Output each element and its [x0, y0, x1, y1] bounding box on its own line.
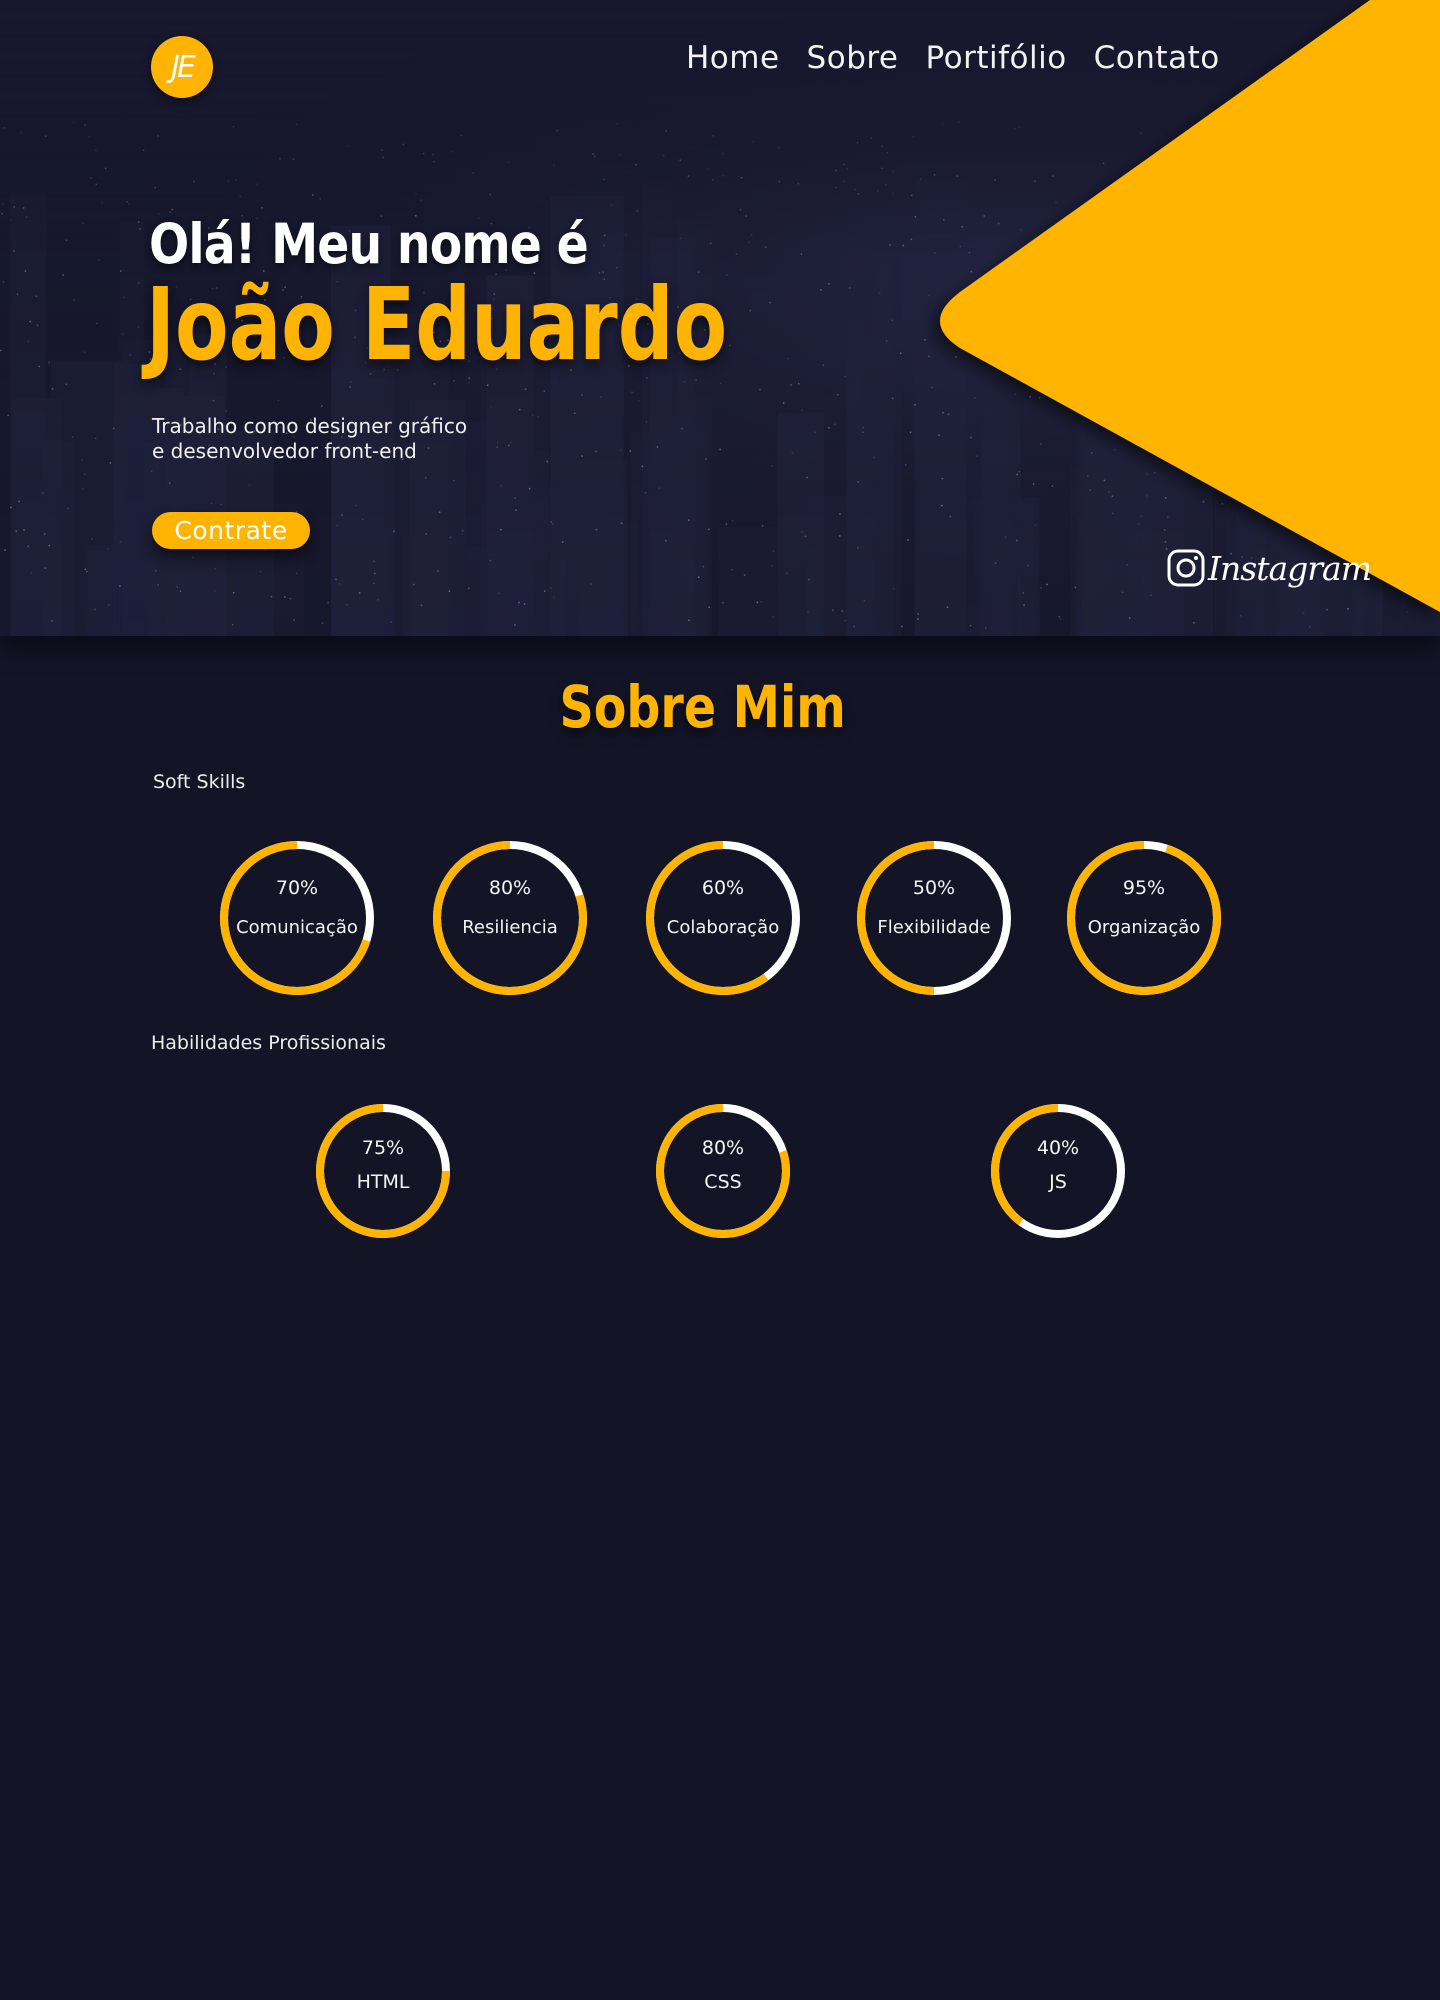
- soft-skill-3: 50% Flexibilidade: [853, 837, 1015, 999]
- about-title-text: Sobre Mim: [559, 673, 847, 741]
- pro-skill-2: 40% JS: [987, 1100, 1129, 1242]
- nav-portfolio[interactable]: Portifólio: [926, 40, 1067, 76]
- logo[interactable]: JE: [151, 36, 213, 98]
- hero-bio: Trabalho como designer gráfico e desenvo…: [152, 414, 467, 464]
- pro-skill-1: 80% CSS: [652, 1100, 794, 1242]
- soft-skills-label: Soft Skills: [153, 771, 246, 793]
- nav-contato[interactable]: Contato: [1094, 40, 1220, 76]
- pro-skill-0: 75% HTML: [312, 1100, 454, 1242]
- pro-skill-label: HTML: [356, 1171, 410, 1193]
- logo-text: JE: [171, 49, 196, 85]
- soft-skill-4: 95% Organização: [1063, 837, 1225, 999]
- pro-skill-label: CSS: [704, 1171, 742, 1193]
- main-nav: Home Sobre Portifólio Contato: [686, 40, 1220, 76]
- soft-skill-label: Comunicação: [236, 917, 358, 938]
- soft-skill-2: 60% Colaboração: [642, 837, 804, 999]
- hero-bio-line1: Trabalho como designer gráfico: [152, 414, 468, 438]
- soft-skill-0: 70% Comunicação: [216, 837, 378, 999]
- soft-skill-label: Flexibilidade: [877, 917, 991, 938]
- soft-skill-label: Resiliencia: [462, 917, 558, 938]
- soft-skill-percent: 80%: [488, 877, 532, 899]
- pro-skill-percent: 75%: [361, 1137, 405, 1159]
- soft-skill-label: Colaboração: [666, 917, 780, 938]
- hero-section: JE Home Sobre Portifólio Contato Olá! Me…: [0, 0, 1440, 636]
- soft-skill-label: Organização: [1087, 917, 1201, 938]
- soft-skill-percent: 95%: [1122, 877, 1166, 899]
- instagram-link[interactable]: Instagram: [1166, 548, 1372, 588]
- pro-skills-label: Habilidades Profissionais: [151, 1032, 386, 1054]
- instagram-label: Instagram: [1208, 548, 1372, 588]
- soft-skill-1: 80% Resiliencia: [429, 837, 591, 999]
- hero-name: João Eduardo: [146, 266, 728, 383]
- nav-home[interactable]: Home: [686, 40, 780, 76]
- nav-sobre[interactable]: Sobre: [807, 40, 899, 76]
- soft-skill-percent: 70%: [275, 877, 319, 899]
- about-title: Sobre Mim: [0, 673, 1406, 741]
- pro-skill-percent: 80%: [701, 1137, 745, 1159]
- instagram-icon: [1167, 549, 1205, 587]
- soft-skill-percent: 60%: [701, 877, 745, 899]
- soft-skill-percent: 50%: [912, 877, 956, 899]
- hero-bio-line2: e desenvolvedor front-end: [152, 439, 417, 463]
- pro-skill-percent: 40%: [1036, 1137, 1080, 1159]
- pro-skill-label: JS: [1049, 1171, 1067, 1193]
- hire-button[interactable]: Contrate: [152, 512, 310, 549]
